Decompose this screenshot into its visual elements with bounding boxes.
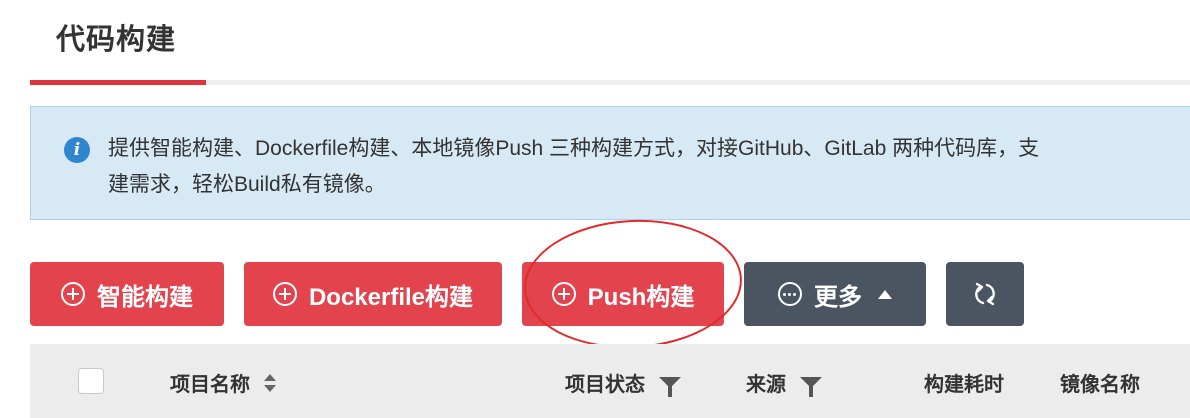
more-circle-icon: [778, 282, 802, 306]
refresh-button[interactable]: [946, 262, 1024, 326]
column-project-name[interactable]: 项目名称: [170, 368, 276, 397]
smart-build-button[interactable]: 智能构建: [30, 262, 224, 326]
plus-circle-icon: [272, 282, 297, 306]
info-text: 提供智能构建、Dockerfile构建、本地镜像Push 三种构建方式，对接Gi…: [108, 131, 1190, 203]
info-icon: i: [64, 137, 90, 163]
dockerfile-build-label: Dockerfile构建: [308, 283, 474, 311]
plus-circle-icon: [551, 282, 576, 306]
info-line-1: 提供智能构建、Dockerfile构建、本地镜像Push 三种构建方式，对接Gi…: [108, 137, 1040, 160]
plus-circle-icon: [61, 282, 85, 306]
info-banner: i 提供智能构建、Dockerfile构建、本地镜像Push 三种构建方式，对接…: [30, 106, 1190, 220]
dockerfile-build-button[interactable]: Dockerfile构建: [244, 262, 502, 326]
refresh-icon: [975, 282, 995, 306]
caret-up-icon: [878, 289, 892, 299]
info-line-2: 建需求，轻松Build私有镜像。: [108, 173, 386, 196]
push-build-button[interactable]: Push构建: [522, 262, 724, 326]
push-build-label: Push构建: [587, 283, 695, 311]
page-title: 代码构建: [56, 24, 177, 56]
filter-icon[interactable]: [659, 377, 681, 397]
column-build-duration: 构建耗时: [924, 374, 1004, 396]
table-header: 项目名称 项目状态 来源 构建耗时 镜像名称: [30, 344, 1190, 418]
more-label: 更多: [814, 283, 862, 311]
select-all-checkbox[interactable]: [78, 368, 104, 394]
smart-build-label: 智能构建: [97, 283, 193, 311]
more-dropdown-button[interactable]: 更多: [744, 262, 926, 326]
filter-icon[interactable]: [800, 377, 822, 397]
column-source: 来源: [746, 368, 822, 397]
active-tab-indicator: [30, 80, 206, 85]
column-image-name: 镜像名称: [1060, 374, 1140, 396]
column-project-status: 项目状态: [565, 368, 681, 397]
sort-icon[interactable]: [264, 373, 276, 392]
